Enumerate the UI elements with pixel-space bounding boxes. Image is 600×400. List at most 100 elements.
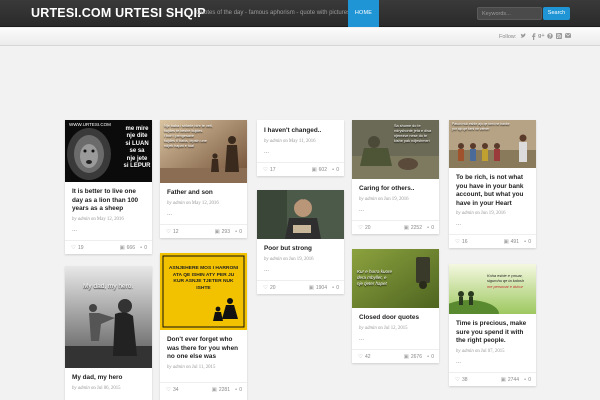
post-thumbnail[interactable]: Nje baba i shkete bire te veti, kujdes te…: [160, 120, 247, 183]
post-card[interactable]: Koha eshte e çmuar, sigurohu qe ta kalosh…: [449, 264, 536, 386]
post-thumbnail[interactable]: Kur e hurra kuore dera mbyllet, e nje tje…: [352, 249, 439, 308]
camera-icon: ▣: [500, 376, 506, 383]
image-caption: ASNJEHERE MOS I HARRONI ATA QE ISHIN ATY …: [168, 266, 239, 291]
camera-icon: ▣: [211, 386, 217, 393]
comment-icon: ▪: [427, 224, 430, 231]
comment-icon: ▪: [332, 166, 335, 173]
comments-count[interactable]: ▪ 0: [427, 354, 434, 360]
post-stats: ♡ 34 ▣ 2281 ▪ 0: [160, 381, 247, 396]
comments-count[interactable]: ▪ 0: [427, 225, 434, 231]
post-thumbnail[interactable]: Koha eshte e çmuar, sigurohu qe ta kalosh…: [449, 264, 536, 314]
post-card[interactable]: Poor but strong by admin on Jun 19, 2016…: [257, 190, 344, 294]
post-excerpt: ...: [264, 266, 270, 273]
comment-icon: ▪: [524, 376, 527, 383]
comments-count[interactable]: ▪ 0: [524, 377, 531, 383]
pinterest-icon[interactable]: [547, 33, 553, 40]
post-card[interactable]: WWW.URTESI.COM me mire nje dite si LUAN se…: [65, 120, 152, 254]
post-stats: ♡ 19 ▣ 666 ▪ 0: [65, 239, 152, 254]
likes-count[interactable]: ♡ 19: [71, 245, 84, 251]
views-count: ▣ 2281: [211, 386, 230, 393]
likes-count[interactable]: ♡ 12: [166, 229, 179, 235]
likes-count[interactable]: ♡ 20: [263, 285, 276, 291]
post-thumbnail[interactable]: ASNJEHERE MOS I HARRONI ATA QE ISHIN ATY …: [160, 253, 247, 330]
top-navbar: URTESI.COM URTESI SHQIP Quotes of the da…: [0, 0, 600, 27]
post-stats: ♡ 20 ▣ 1904 ▪ 0: [257, 279, 344, 294]
comment-icon: ▪: [235, 228, 238, 235]
camera-icon: ▣: [403, 224, 409, 231]
comments-count[interactable]: ▪ 0: [332, 285, 339, 291]
image-caption: Kur e hurra kuore dera mbyllet, e nje tje…: [357, 269, 393, 286]
image-caption: Nje baba i shkete bire te veti, kujdes te…: [164, 124, 213, 148]
post-title[interactable]: It is better to live one day as a lion t…: [65, 182, 152, 214]
post-title[interactable]: Closed door quotes: [352, 308, 439, 323]
heart-icon: ♡: [71, 244, 76, 251]
search-button[interactable]: Search: [543, 7, 570, 20]
post-title[interactable]: Poor but strong: [257, 239, 344, 254]
heart-icon: ♡: [166, 386, 171, 393]
facebook-icon[interactable]: [530, 33, 536, 40]
post-excerpt: ...: [456, 358, 462, 365]
post-title[interactable]: Caring for others..: [352, 179, 439, 194]
follow-label: Follow:: [499, 34, 517, 40]
image-caption: me mire nje dite si LUAN se sa nje jete si …: [123, 126, 151, 170]
post-excerpt: ...: [264, 148, 270, 155]
comments-count[interactable]: ▪ 0: [235, 229, 242, 235]
likes-count[interactable]: ♡ 42: [358, 354, 371, 360]
post-thumbnail[interactable]: My dad, my hero.: [65, 266, 152, 368]
twitter-icon[interactable]: [520, 33, 526, 40]
post-title[interactable]: I haven't changed..: [257, 120, 344, 136]
post-card[interactable]: My dad, my hero. My dad, my hero by admi…: [65, 266, 152, 400]
camera-icon: ▣: [503, 239, 509, 246]
sub-toolbar: Follow: g+: [0, 28, 600, 46]
camera-icon: ▣: [403, 353, 409, 360]
post-meta: by admin on Jun 19, 2016: [456, 211, 506, 217]
comments-count[interactable]: ▪ 0: [332, 167, 339, 173]
post-thumbnail[interactable]: Pasuri nuk eshte ajo qe keni ne banke por…: [449, 120, 536, 168]
comments-count[interactable]: ▪ 0: [524, 239, 531, 245]
comments-count[interactable]: ▪ 0: [140, 245, 147, 251]
comment-icon: ▪: [332, 284, 335, 291]
likes-count[interactable]: ♡ 34: [166, 387, 179, 393]
post-stats: ♡ 20 ▣ 2252 ▪ 0: [352, 219, 439, 234]
post-title[interactable]: Don't ever forget who was there for you …: [160, 330, 247, 362]
likes-count[interactable]: ♡ 17: [263, 167, 276, 173]
heart-icon: ♡: [455, 376, 460, 383]
post-card[interactable]: Pasuri nuk eshte ajo qe keni ne banke por…: [449, 120, 536, 249]
rss-icon[interactable]: [556, 33, 562, 40]
site-logo[interactable]: URTESI.COM URTESI SHQIP: [31, 6, 206, 20]
post-card[interactable]: Nje baba i shkete bire te veti, kujdes te…: [160, 120, 247, 238]
views-count: ▣ 666: [119, 244, 135, 251]
likes-count[interactable]: ♡ 38: [455, 377, 468, 383]
image-caption: Koha eshte e çmuar, sigurohu qe ta kalosh…: [487, 273, 524, 289]
views-count: ▣ 602: [311, 166, 327, 173]
post-meta: by admin on Jun 19, 2016: [359, 196, 409, 202]
views-count: ▣ 293: [214, 228, 230, 235]
post-thumbnail[interactable]: Sa shume do te ndryshonte jeta e disa nje…: [352, 120, 439, 179]
post-title[interactable]: Father and son: [160, 183, 247, 198]
post-stats: ♡ 12 ▣ 293 ▪ 0: [160, 223, 247, 238]
post-card[interactable]: Sa shume do te ndryshonte jeta e disa nje…: [352, 120, 439, 234]
post-title[interactable]: To be rich, is not what you have in your…: [449, 168, 536, 208]
camera-icon: ▣: [308, 284, 314, 291]
likes-count[interactable]: ♡ 20: [358, 225, 371, 231]
comments-count[interactable]: ▪ 0: [235, 387, 242, 393]
post-card[interactable]: I haven't changed.. by admin on May 11, …: [257, 120, 344, 176]
camera-icon: ▣: [214, 228, 220, 235]
heart-icon: ♡: [455, 239, 460, 246]
search-input[interactable]: [477, 7, 542, 20]
likes-count[interactable]: ♡ 16: [455, 239, 468, 245]
post-excerpt: ...: [359, 335, 365, 342]
email-icon[interactable]: [565, 33, 571, 40]
heart-icon: ♡: [263, 284, 268, 291]
post-card[interactable]: ASNJEHERE MOS I HARRONI ATA QE ISHIN ATY …: [160, 253, 247, 400]
views-count: ▣ 2252: [403, 224, 422, 231]
post-thumbnail[interactable]: WWW.URTESI.COM me mire nje dite si LUAN se…: [65, 120, 152, 182]
post-stats: ♡ 17 ▣ 602 ▪ 0: [257, 161, 344, 176]
google-plus-icon[interactable]: g+: [538, 33, 545, 40]
nav-home-tab[interactable]: HOME: [348, 0, 379, 27]
post-title[interactable]: My dad, my hero: [65, 368, 152, 383]
post-thumbnail[interactable]: [257, 190, 344, 239]
post-card[interactable]: Kur e hurra kuore dera mbyllet, e nje tje…: [352, 249, 439, 363]
post-title[interactable]: Time is precious, make sure you spend it…: [449, 314, 536, 346]
post-excerpt: ...: [72, 226, 78, 233]
